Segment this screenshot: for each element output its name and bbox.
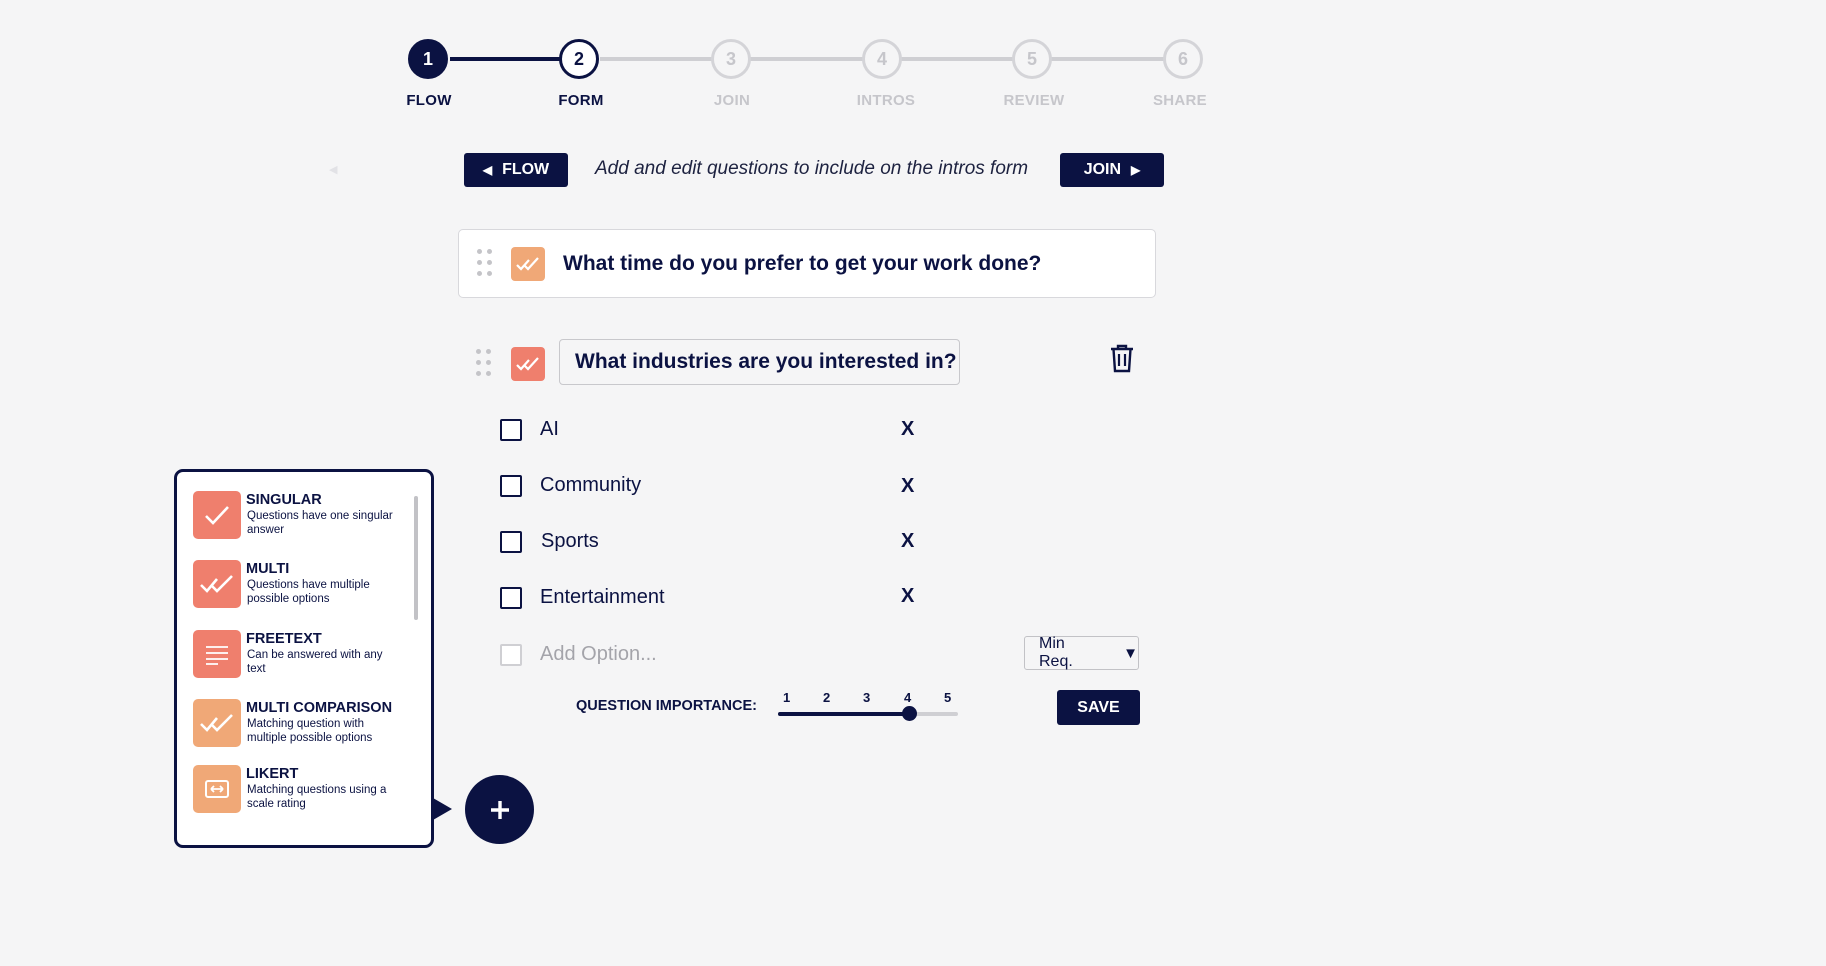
option-checkbox[interactable] bbox=[500, 419, 522, 441]
option-checkbox[interactable] bbox=[500, 587, 522, 609]
check-icon bbox=[193, 491, 241, 539]
menu-item-freetext[interactable]: FREETEXT Can be answered with any text bbox=[193, 630, 423, 684]
menu-item-desc: Matching question with multiple possible… bbox=[247, 718, 373, 744]
step-5-circle[interactable]: 5 bbox=[1012, 39, 1052, 79]
menu-item-multi-comparison[interactable]: MULTI COMPARISON Matching question with … bbox=[193, 699, 423, 753]
menu-item-likert[interactable]: LIKERT Matching questions using a scale … bbox=[193, 765, 423, 819]
option-label[interactable]: AI bbox=[540, 418, 559, 441]
importance-tick: 5 bbox=[944, 690, 952, 705]
step-2-label: FORM bbox=[558, 92, 604, 109]
next-button-label: JOIN bbox=[1083, 161, 1122, 178]
step-5-label: REVIEW bbox=[1003, 92, 1065, 109]
step-2-circle[interactable]: 2 bbox=[559, 39, 599, 79]
step-4-circle[interactable]: 4 bbox=[862, 39, 902, 79]
option-checkbox[interactable] bbox=[500, 475, 522, 497]
add-option-input[interactable]: Add Option... bbox=[540, 643, 657, 666]
collapse-arrow-icon[interactable]: ◀ bbox=[329, 163, 337, 176]
remove-option-button[interactable]: X bbox=[901, 475, 914, 498]
step-6-circle[interactable]: 6 bbox=[1163, 39, 1203, 79]
remove-option-button[interactable]: X bbox=[901, 418, 914, 441]
menu-item-name: MULTI COMPARISON bbox=[246, 700, 393, 716]
menu-item-desc: Questions have one singular answer bbox=[247, 510, 393, 536]
min-required-select[interactable]: Min Req. ▼ bbox=[1024, 635, 1139, 670]
step-connector bbox=[750, 57, 880, 61]
importance-slider-handle[interactable] bbox=[901, 706, 917, 721]
menu-pointer bbox=[433, 798, 452, 820]
option-checkbox[interactable] bbox=[500, 531, 522, 553]
save-button[interactable]: SAVE bbox=[1057, 690, 1140, 725]
multi-comparison-icon bbox=[511, 247, 545, 281]
drag-handle-icon[interactable] bbox=[477, 249, 495, 279]
back-arrow-icon: ◀ bbox=[482, 163, 493, 177]
page-description: Add and edit questions to include on the… bbox=[595, 158, 1029, 179]
trash-icon bbox=[1111, 344, 1133, 373]
question-card[interactable]: What time do you prefer to get your work… bbox=[458, 229, 1156, 298]
menu-item-desc: Questions have multiple possible options bbox=[247, 579, 370, 605]
delete-question-button[interactable] bbox=[1108, 343, 1136, 378]
menu-item-multi[interactable]: MULTI Questions have multiple possible o… bbox=[193, 560, 423, 614]
step-3-circle[interactable]: 3 bbox=[711, 39, 751, 79]
remove-option-button[interactable]: X bbox=[901, 585, 914, 608]
back-flow-button[interactable]: ◀ FLOW bbox=[464, 153, 568, 187]
double-check-icon bbox=[193, 560, 241, 608]
question-importance-label: QUESTION IMPORTANCE: bbox=[576, 698, 757, 714]
option-label[interactable]: Entertainment bbox=[540, 586, 665, 609]
menu-item-name: LIKERT bbox=[246, 766, 299, 782]
menu-item-name: FREETEXT bbox=[246, 631, 322, 647]
min-required-label: Min Req. bbox=[1039, 635, 1073, 670]
next-join-button[interactable]: JOIN ▶ bbox=[1060, 153, 1164, 187]
plus-icon bbox=[490, 800, 509, 819]
forward-arrow-icon: ▶ bbox=[1131, 163, 1141, 177]
remove-option-button[interactable]: X bbox=[901, 530, 914, 553]
step-connector bbox=[1050, 57, 1180, 61]
menu-item-name: MULTI bbox=[246, 561, 290, 577]
step-connector bbox=[900, 57, 1030, 61]
importance-slider-fill bbox=[778, 712, 909, 716]
importance-tick: 4 bbox=[904, 690, 912, 705]
question-title: What industries are you interested in? bbox=[575, 350, 957, 373]
add-question-button[interactable] bbox=[465, 775, 534, 844]
menu-item-desc: Can be answered with any text bbox=[247, 649, 383, 675]
option-label[interactable]: Community bbox=[540, 474, 641, 497]
menu-item-singular[interactable]: SINGULAR Questions have one singular ans… bbox=[193, 491, 423, 545]
importance-tick: 2 bbox=[823, 690, 831, 705]
step-1-circle[interactable]: 1 bbox=[408, 39, 448, 79]
dropdown-caret-icon: ▼ bbox=[1123, 644, 1138, 662]
step-6-label: SHARE bbox=[1152, 92, 1207, 109]
back-button-label: FLOW bbox=[502, 161, 550, 178]
menu-item-name: SINGULAR bbox=[246, 492, 322, 508]
question-title-input[interactable]: What industries are you interested in? bbox=[559, 339, 960, 385]
add-option-checkbox bbox=[500, 644, 522, 666]
step-1-label: FLOW bbox=[406, 92, 452, 109]
text-lines-icon bbox=[193, 630, 241, 678]
step-4-label: INTROS bbox=[856, 92, 916, 109]
multi-icon bbox=[511, 347, 545, 381]
scale-arrows-icon bbox=[193, 765, 241, 813]
option-label[interactable]: Sports bbox=[541, 530, 599, 553]
question-title: What time do you prefer to get your work… bbox=[563, 252, 1042, 275]
drag-handle-icon[interactable] bbox=[476, 349, 494, 379]
importance-tick: 1 bbox=[783, 690, 791, 705]
menu-item-desc: Matching questions using a scale rating bbox=[247, 784, 387, 810]
importance-tick: 3 bbox=[863, 690, 871, 705]
double-check-icon bbox=[193, 699, 241, 747]
step-3-label: JOIN bbox=[713, 92, 751, 109]
